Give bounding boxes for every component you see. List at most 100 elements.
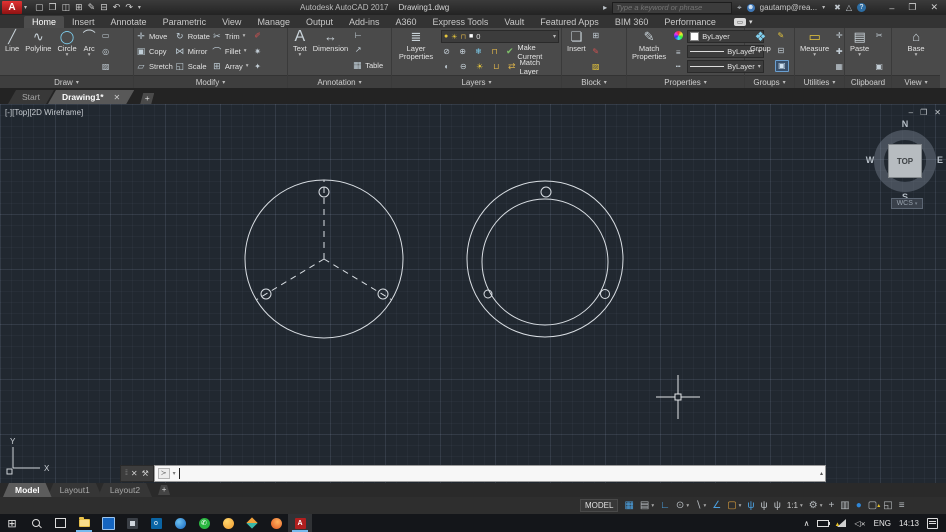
explode-icon[interactable]: ✷: [252, 47, 264, 57]
signin-user[interactable]: gautamp@rea...: [760, 3, 817, 12]
file-explorer-button[interactable]: [72, 514, 96, 532]
language-indicator[interactable]: ENG: [874, 519, 891, 528]
logo-caret-icon[interactable]: ▾: [24, 4, 27, 11]
lineweight-icon[interactable]: ≡: [672, 48, 684, 58]
panel-label-layers[interactable]: Layers ▾: [392, 75, 561, 88]
model-space-toggle[interactable]: MODEL: [580, 499, 618, 512]
multileader-icon[interactable]: ⊢: [352, 31, 364, 41]
tab-home[interactable]: Home: [24, 16, 64, 28]
photos-app-button[interactable]: [120, 514, 144, 532]
copy-button[interactable]: ▣Copy: [136, 45, 173, 58]
fillet-button[interactable]: ⌒Fillet▾: [212, 45, 249, 58]
layer-properties-button[interactable]: ≣ Layer Properties: [394, 29, 438, 74]
match-properties-button[interactable]: ✎ Match Properties: [629, 29, 669, 74]
tab-annotate[interactable]: Annotate: [103, 16, 155, 28]
start-button[interactable]: ⊞: [0, 514, 24, 532]
text-button[interactable]: A Text ▾: [290, 29, 310, 74]
ungroup-icon[interactable]: ⊟: [775, 46, 787, 56]
layer-isolate-icon[interactable]: ⊕: [457, 47, 468, 57]
layer-on-icon[interactable]: ◐: [441, 62, 453, 72]
panel-label-groups[interactable]: Groups ▾: [745, 75, 794, 88]
stretch-button[interactable]: ▱Stretch: [136, 60, 173, 73]
tab-view[interactable]: View: [214, 16, 249, 28]
tab-insert[interactable]: Insert: [64, 16, 103, 28]
save-icon[interactable]: ◫: [62, 2, 71, 13]
object-snap-icon[interactable]: ▢: [727, 498, 736, 514]
hatch-icon[interactable]: ▨: [100, 62, 112, 72]
quick-calculator-icon[interactable]: ▦: [833, 62, 845, 72]
graphics-performance-icon[interactable]: ●: [856, 498, 862, 514]
signin-caret-icon[interactable]: ▾: [822, 4, 825, 11]
layer-off-icon[interactable]: ⊘: [441, 47, 452, 57]
polar-tracking-icon[interactable]: ⊙: [676, 498, 684, 514]
circle-button[interactable]: ◯ Circle ▾: [54, 29, 79, 74]
customize-plus-icon[interactable]: +: [828, 498, 834, 514]
cut-icon[interactable]: ✂: [873, 31, 885, 41]
app-button-blue[interactable]: [96, 514, 120, 532]
clean-screen-icon[interactable]: ◱: [883, 498, 892, 514]
erase-icon[interactable]: ✐: [252, 31, 264, 41]
customization-menu-icon[interactable]: ≡: [899, 498, 905, 514]
command-line[interactable]: ⁞⁞ ✕ ⚒ ≻ ▾ ▴: [120, 465, 826, 482]
group-button[interactable]: ❖ Group: [747, 29, 774, 74]
volume-muted-icon[interactable]: ◁✕: [854, 519, 865, 528]
paste-button[interactable]: ▤ Paste ▾: [847, 29, 872, 74]
firefox-button[interactable]: [264, 514, 288, 532]
clock[interactable]: 14:13: [899, 519, 919, 528]
command-scroll-up-icon[interactable]: ▴: [820, 470, 823, 477]
group-edit-icon[interactable]: ✎: [775, 31, 787, 41]
layer-freeze-icon[interactable]: ❄: [473, 47, 484, 57]
recent-commands-icon[interactable]: ≻: [158, 468, 170, 479]
browser-button[interactable]: [168, 514, 192, 532]
object-snap-tracking-icon[interactable]: ∠: [712, 498, 721, 514]
file-tab-close-icon[interactable]: ✕: [114, 93, 121, 102]
search-icon[interactable]: ⌖: [737, 3, 742, 13]
define-attributes-icon[interactable]: ▨: [590, 62, 602, 72]
panel-label-view[interactable]: View ▾: [892, 75, 940, 88]
layout1-tab[interactable]: Layout1: [48, 483, 102, 497]
search-collapse-icon[interactable]: ▸: [603, 3, 607, 12]
command-line-grip[interactable]: ⁞⁞: [125, 470, 127, 477]
rotate-button[interactable]: ↻Rotate: [175, 30, 210, 43]
base-button[interactable]: ⌂ Base ▾: [904, 29, 927, 74]
move-button[interactable]: ✛Move: [136, 30, 173, 43]
panel-label-block[interactable]: Block ▾: [562, 75, 626, 88]
exchange-apps-icon[interactable]: ✖: [834, 3, 841, 12]
snap-caret-icon[interactable]: ▾: [651, 503, 654, 509]
autocad-logo[interactable]: A: [2, 1, 22, 14]
insert-button[interactable]: ❏ Insert: [564, 29, 589, 74]
command-line-close-icon[interactable]: ✕: [131, 469, 138, 478]
color-wheel-icon[interactable]: [672, 31, 684, 43]
table-button[interactable]: ▦ Table: [352, 59, 383, 72]
polar-caret-icon[interactable]: ▾: [686, 503, 689, 509]
layer-unlock-tool-icon[interactable]: ⊔: [491, 62, 503, 72]
tab-output[interactable]: Output: [298, 16, 341, 28]
maximize-button[interactable]: ❐: [908, 2, 916, 13]
copy-clip-icon[interactable]: ▣: [873, 62, 885, 72]
snap-icon[interactable]: ▤: [640, 498, 649, 514]
group-selection-icon[interactable]: ▣: [775, 60, 789, 72]
panel-label-modify[interactable]: Modify ▾: [134, 75, 287, 88]
emoji-app-button[interactable]: [216, 514, 240, 532]
new-file-icon[interactable]: ▢: [35, 2, 44, 13]
command-input[interactable]: ≻ ▾ ▴: [154, 465, 826, 482]
dimension-button[interactable]: ↔ Dimension: [310, 29, 351, 74]
tab-performance[interactable]: Performance: [656, 16, 724, 28]
undo-icon[interactable]: ↶: [113, 2, 121, 13]
line-button[interactable]: ╱ Line: [2, 29, 22, 74]
new-drawing-tab-button[interactable]: +: [140, 93, 154, 104]
tab-a360[interactable]: A360: [388, 16, 425, 28]
layer-dropdown[interactable]: ● ☀ ⊓ ■ 0 ▾: [441, 30, 559, 43]
action-center-icon[interactable]: [927, 518, 938, 529]
qat-customize-caret-icon[interactable]: ▾: [138, 4, 141, 11]
autoscale-icon[interactable]: ψ: [761, 498, 768, 514]
linetype-icon[interactable]: ┅: [672, 62, 684, 72]
model-space-canvas[interactable]: XY: [0, 104, 946, 483]
point-icon[interactable]: ✚: [833, 47, 845, 57]
minimize-button[interactable]: –: [889, 3, 894, 13]
tab-bim360[interactable]: BIM 360: [607, 16, 657, 28]
help-icon[interactable]: ?: [857, 3, 866, 12]
annotation-scale-value[interactable]: 1:1: [787, 501, 798, 510]
network-warning-icon[interactable]: [837, 519, 846, 527]
file-tab-start[interactable]: Start: [8, 90, 54, 104]
